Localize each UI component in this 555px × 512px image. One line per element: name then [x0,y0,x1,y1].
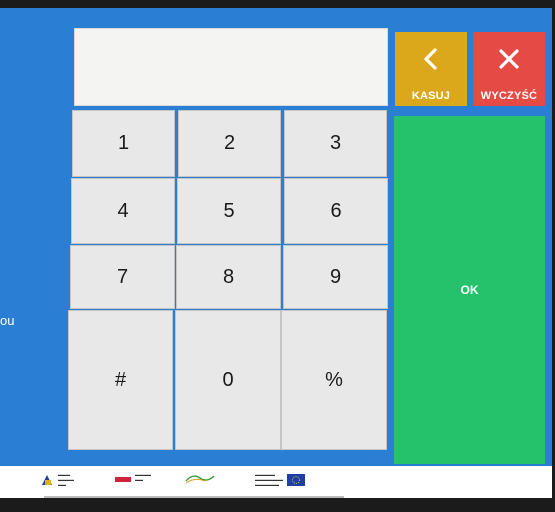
lubelskie-logo [185,472,215,484]
ok-button[interactable]: OK [394,116,545,464]
chevron-left-icon [395,45,467,73]
eu-funds-logo: ▬▬▬ ▬▬▬▬ ▬▬ [40,472,74,487]
key-hash[interactable]: # [68,310,173,450]
key-percent[interactable]: % [281,310,387,450]
funding-footer: ▬▬▬ ▬▬▬▬ ▬▬ ▬▬▬▬ ▬▬ ▬▬▬▬▬ ▬▬▬▬▬▬▬ ▬▬▬▬▬▬ [0,466,552,498]
key-3[interactable]: 3 [284,110,387,177]
clear-label: WYCZYŚĆ [480,90,538,102]
clear-button[interactable]: WYCZYŚĆ [473,32,545,106]
key-6[interactable]: 6 [284,178,388,244]
side-text: ou [0,313,15,328]
backspace-button[interactable]: KASUJ [395,32,467,106]
key-9[interactable]: 9 [283,245,388,309]
kiosk-screen: KASUJ WYCZYŚĆ 1 2 3 4 5 6 7 8 9 # 0 % OK… [0,8,552,498]
key-0[interactable]: 0 [175,310,281,450]
key-8[interactable]: 8 [176,245,281,309]
key-7[interactable]: 7 [70,245,175,309]
key-5[interactable]: 5 [177,178,281,244]
input-display [74,28,388,106]
eu-flag-logo: ▬▬▬▬▬ ▬▬▬▬▬▬▬ ▬▬▬▬▬▬ [255,472,305,487]
poland-flag-logo: ▬▬▬▬ ▬▬ [115,472,151,482]
key-2[interactable]: 2 [178,110,281,177]
key-1[interactable]: 1 [72,110,175,177]
key-4[interactable]: 4 [71,178,175,244]
funding-fine-print [44,496,344,498]
close-icon [473,45,545,73]
backspace-label: KASUJ [411,90,451,102]
